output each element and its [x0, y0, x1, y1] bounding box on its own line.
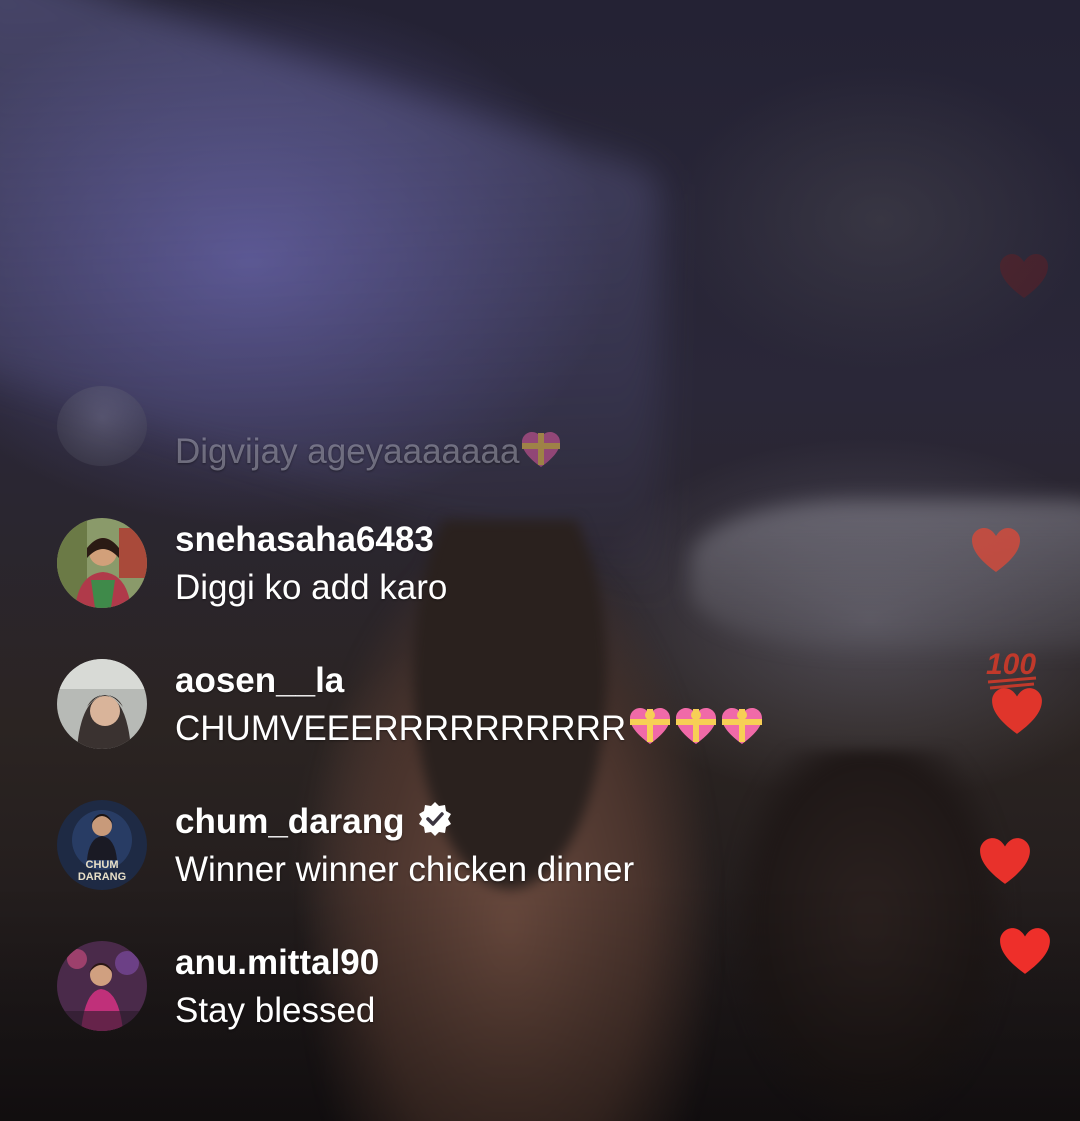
- avatar[interactable]: CHUM DARANG: [57, 800, 147, 890]
- red-heart-icon: [990, 686, 1044, 741]
- avatar[interactable]: [57, 941, 147, 1031]
- heart-with-ribbon-icon: [628, 706, 672, 762]
- comment-message: CHUMVEEERRRRRRRRRR: [175, 709, 627, 748]
- live-video-stream: Digvijay ageyaaaaaaa snehasaha6483 Diggi…: [0, 0, 1080, 1121]
- comment-username[interactable]: snehasaha6483: [175, 519, 434, 561]
- avatar-text-darang: DARANG: [78, 871, 126, 883]
- red-heart-icon: [978, 836, 1032, 891]
- red-heart-icon: [970, 526, 1022, 579]
- avatar[interactable]: [57, 518, 147, 608]
- red-heart-icon: [998, 926, 1052, 981]
- red-heart-icon: [998, 252, 1050, 305]
- avatar-text-chum: CHUM: [86, 859, 119, 871]
- comment-username[interactable]: aosen__la: [175, 660, 344, 702]
- avatar[interactable]: [57, 386, 147, 466]
- live-comment: aosen__la CHUMVEEERRRRRRRRRR: [57, 659, 857, 800]
- heart-with-ribbon-icon: [674, 706, 718, 762]
- heart-with-ribbon-icon: [720, 706, 764, 762]
- verified-badge-icon: [417, 801, 453, 842]
- live-comment: anu.mittal90 Stay blessed: [57, 941, 857, 1082]
- live-comment: CHUM DARANG chum_darang Winner winner ch…: [57, 800, 857, 941]
- live-comment: Digvijay ageyaaaaaaa: [57, 386, 857, 518]
- comment-message: Stay blessed: [175, 991, 376, 1030]
- comment-username[interactable]: chum_darang: [175, 801, 405, 843]
- comment-username[interactable]: anu.mittal90: [175, 942, 379, 984]
- comment-message-row: CHUMVEEERRRRRRRRRR: [175, 702, 764, 762]
- heart-with-ribbon-icon: [521, 431, 561, 485]
- comment-message: Diggi ko add karo: [175, 568, 448, 607]
- live-comment: snehasaha6483 Diggi ko add karo: [57, 518, 857, 659]
- comment-message: Digvijay ageyaaaaaaa: [175, 432, 520, 471]
- avatar[interactable]: [57, 659, 147, 749]
- svg-text:100: 100: [986, 648, 1036, 681]
- comment-message-row: Digvijay ageyaaaaaaa: [175, 425, 561, 485]
- comment-message: Winner winner chicken dinner: [175, 850, 635, 889]
- live-comments-feed: Digvijay ageyaaaaaaa snehasaha6483 Diggi…: [57, 386, 857, 1082]
